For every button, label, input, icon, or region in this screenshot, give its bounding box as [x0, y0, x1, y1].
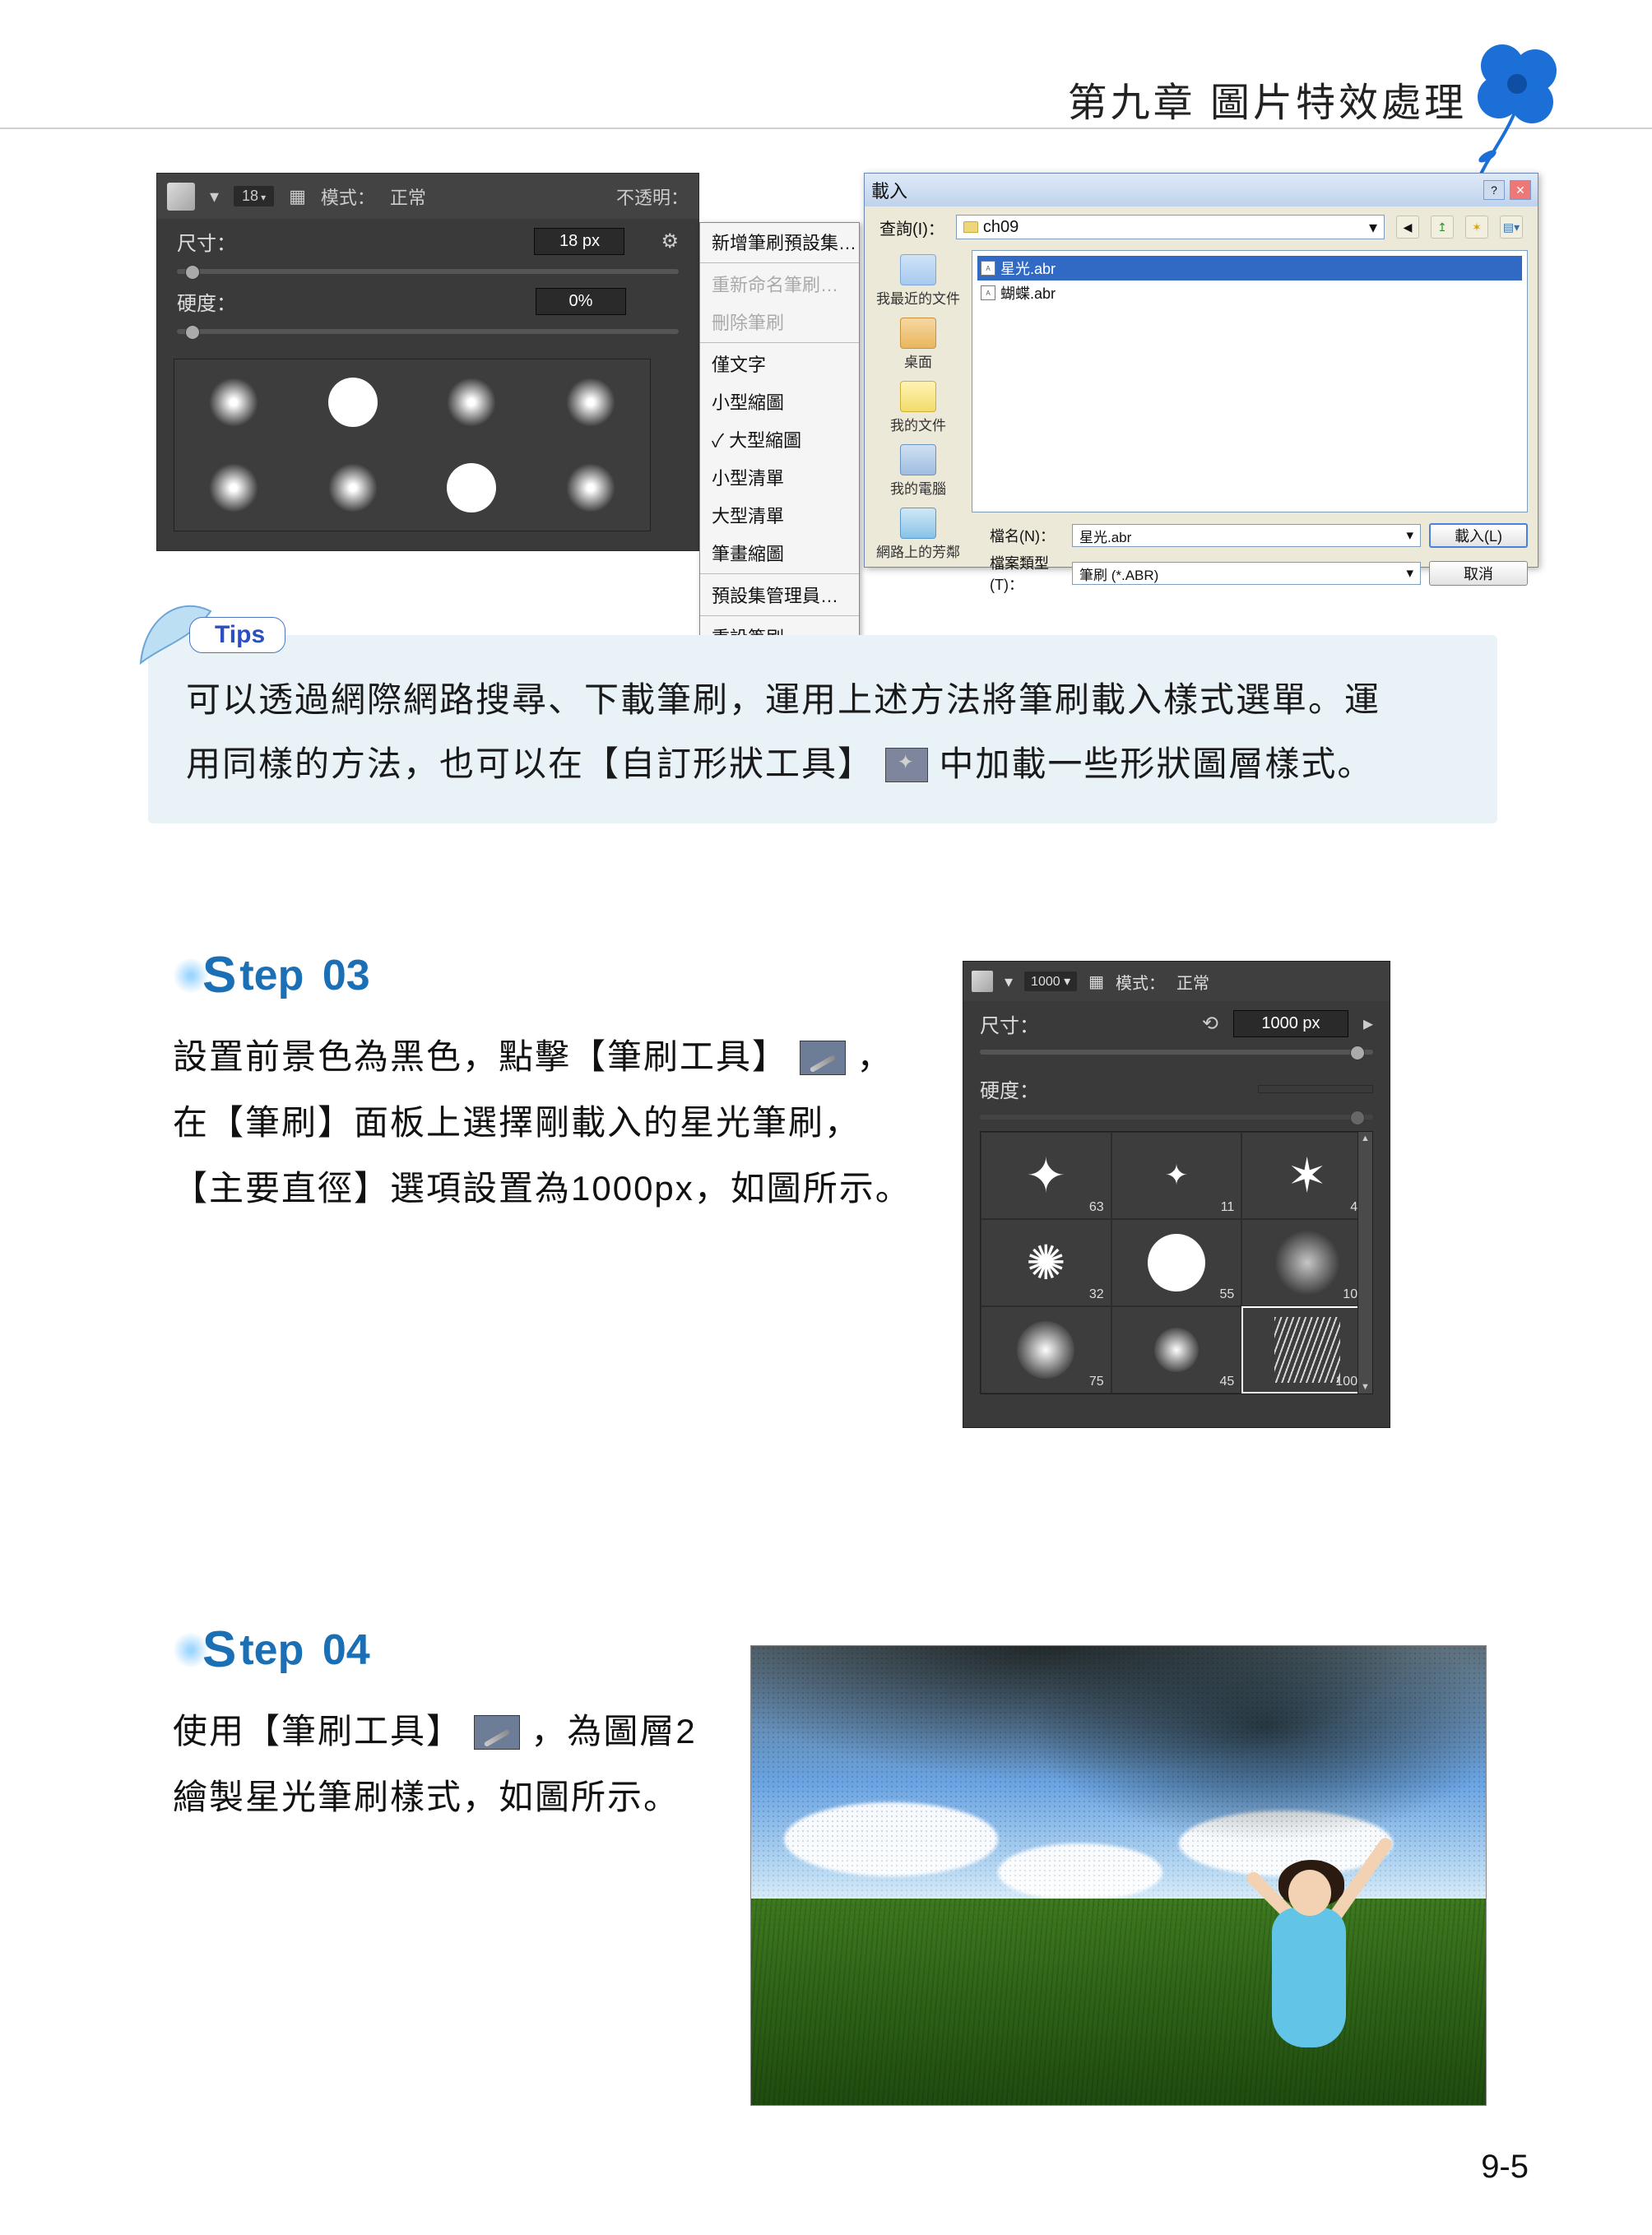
lookin-label: 查詢(I)：: [879, 216, 944, 239]
flyout-icon[interactable]: ▸: [1363, 1012, 1373, 1036]
brush-size-chip[interactable]: 1000 ▾: [1024, 971, 1077, 991]
gear-icon[interactable]: ⚙: [661, 230, 679, 253]
hardness-input[interactable]: 0%: [536, 288, 626, 315]
size-slider[interactable]: [177, 269, 679, 274]
file-icon: A: [981, 285, 995, 300]
file-list[interactable]: A星光.abr A蝴蝶.abr: [972, 250, 1528, 512]
step-03: Step 03 設置前景色為黑色，點擊【筆刷工具】 ，在【筆刷】面板上選擇剛載入…: [173, 946, 913, 1221]
lookin-value: ch09: [983, 218, 1019, 237]
size-label: 尺寸：: [980, 1009, 1039, 1038]
tips-badge: Tips: [189, 617, 285, 653]
file-item: A蝴蝶.abr: [977, 281, 1522, 305]
places-sidebar: 我最近的文件 桌面 我的文件 我的電腦 網路上的芳鄰: [865, 248, 972, 515]
hardness-label: 硬度：: [980, 1074, 1039, 1103]
brush-options-toolbar: ▾ 18 ▦ 模式： 正常 不透明：: [157, 174, 698, 219]
place-documents[interactable]: 我的文件: [890, 381, 946, 434]
menu-new-preset[interactable]: 新增筆刷預設集…: [700, 223, 859, 261]
tips-text: 可以透過網際網路搜尋、下載筆刷，運用上述方法將筆刷載入樣式選單。運 用同樣的方法…: [148, 635, 1497, 823]
folder-icon: [963, 221, 978, 233]
step-heading: Step 03: [173, 946, 913, 1004]
lookin-combo[interactable]: ch09 ▾: [956, 215, 1385, 239]
chevron-down-icon: ▾: [1369, 217, 1377, 238]
menu-small-list[interactable]: 小型清單: [700, 458, 859, 496]
step-04-result-image: [750, 1645, 1487, 2106]
up-button[interactable]: ↥: [1431, 216, 1454, 239]
file-icon: A: [981, 261, 995, 276]
menu-text-only[interactable]: 僅文字: [700, 345, 859, 383]
hardness-slider[interactable]: [980, 1115, 1373, 1120]
size-slider[interactable]: [980, 1050, 1373, 1055]
menu-large-list[interactable]: 大型清單: [700, 496, 859, 534]
brush-tool-icon[interactable]: [972, 971, 993, 992]
brush-tool-icon: [800, 1041, 846, 1075]
custom-shape-tool-icon: [885, 748, 928, 782]
step-letter-s: S: [202, 1621, 236, 1679]
close-button[interactable]: ✕: [1510, 180, 1531, 200]
chevron-down-icon: ▾: [1406, 565, 1413, 582]
cancel-button[interactable]: 取消: [1429, 561, 1528, 586]
hardness-slider[interactable]: [177, 329, 679, 334]
filetype-label: 檔案類型(T)：: [990, 552, 1064, 595]
filename-combo[interactable]: 星光.abr▾: [1072, 524, 1421, 547]
chevron-down-icon: ▾: [1406, 527, 1413, 544]
place-network[interactable]: 網路上的芳鄰: [876, 508, 960, 561]
menu-stroke-thumb[interactable]: 筆畫縮圖: [700, 534, 859, 572]
menu-small-thumb[interactable]: 小型縮圖: [700, 383, 859, 420]
dialog-title: 載入: [871, 177, 907, 203]
menu-delete-brush: 刪除筆刷: [700, 303, 859, 341]
dialog-titlebar: 載入 ? ✕: [865, 174, 1538, 206]
opacity-label: 不透明：: [616, 183, 689, 210]
load-brush-dialog: 載入 ? ✕ 查詢(I)： ch09 ▾ ◀ ↥ ✶ ▤▾ 我最近的文件 桌面 …: [864, 173, 1538, 568]
scrollbar[interactable]: [1357, 1132, 1372, 1393]
brush-settings-icon[interactable]: ▦: [1088, 971, 1104, 992]
brush-size-chip[interactable]: 18: [234, 186, 274, 206]
brush-thumbnail-grid[interactable]: ✦63 ✦11 ✶48 ✺32 55 100 75 45 1000: [980, 1131, 1373, 1394]
size-input[interactable]: 1000 px: [1233, 1010, 1348, 1037]
mode-value[interactable]: 正常: [390, 183, 426, 210]
brush-options-panel: ▾ 18 ▦ 模式： 正常 不透明： 尺寸： 18 px ⚙ 硬度： 0%: [156, 173, 699, 551]
menu-large-thumb[interactable]: 大型縮圖: [700, 420, 859, 458]
brush-thumbnail-grid[interactable]: [174, 359, 651, 531]
figure-brush-load: ▾ 18 ▦ 模式： 正常 不透明： 尺寸： 18 px ⚙ 硬度： 0%: [156, 173, 1538, 568]
reset-size-icon[interactable]: ⟲: [1202, 1012, 1218, 1036]
mode-label: 模式：: [321, 183, 375, 210]
hardness-label: 硬度：: [177, 287, 236, 316]
brush-settings-icon[interactable]: ▦: [289, 186, 306, 207]
menu-rename-brush: 重新命名筆刷…: [700, 265, 859, 303]
chevron-down-icon[interactable]: ▾: [1005, 971, 1013, 992]
mode-label: 模式：: [1116, 970, 1165, 994]
page-number: 9-5: [1481, 2149, 1529, 2186]
filetype-combo[interactable]: 筆刷 (*.ABR)▾: [1072, 562, 1421, 585]
step-03-text: 設置前景色為黑色，點擊【筆刷工具】 ，在【筆刷】面板上選擇剛載入的星光筆刷，【主…: [173, 1024, 913, 1221]
brush-tool-icon: [474, 1715, 520, 1750]
brush-tool-icon[interactable]: [167, 183, 195, 211]
place-desktop[interactable]: 桌面: [900, 318, 936, 371]
step-heading: Step 04: [173, 1621, 724, 1679]
brush-panel-toolbar: ▾ 1000 ▾ ▦ 模式： 正常: [963, 962, 1390, 1001]
place-computer[interactable]: 我的電腦: [890, 444, 946, 498]
step-04: Step 04 使用【筆刷工具】 ，為圖層2繪製星光筆刷樣式，如圖所示。: [173, 1621, 724, 1830]
place-recent[interactable]: 我最近的文件: [876, 254, 960, 308]
open-button[interactable]: 載入(L): [1429, 523, 1528, 548]
clover-decoration: [1455, 33, 1570, 189]
step-letter-s: S: [202, 946, 236, 1004]
header-divider: [0, 128, 1652, 129]
hardness-input[interactable]: [1258, 1085, 1373, 1093]
chevron-down-icon[interactable]: ▾: [210, 186, 219, 207]
chapter-title: 第九章 圖片特效處理: [1068, 70, 1467, 128]
file-item: A星光.abr: [977, 256, 1522, 281]
step-04-text: 使用【筆刷工具】 ，為圖層2繪製星光筆刷樣式，如圖所示。: [173, 1699, 724, 1830]
tips-callout: Tips 可以透過網際網路搜尋、下載筆刷，運用上述方法將筆刷載入樣式選單。運 用…: [148, 617, 1497, 823]
filename-label: 檔名(N)：: [990, 525, 1064, 546]
new-folder-button[interactable]: ✶: [1465, 216, 1488, 239]
size-label: 尺寸：: [177, 227, 236, 256]
mode-value[interactable]: 正常: [1176, 970, 1209, 994]
menu-preset-manager[interactable]: 預設集管理員…: [700, 576, 859, 614]
view-menu-button[interactable]: ▤▾: [1500, 216, 1523, 239]
help-button[interactable]: ?: [1483, 180, 1505, 200]
size-input[interactable]: 18 px: [534, 228, 624, 255]
brush-panel-1000: ▾ 1000 ▾ ▦ 模式： 正常 尺寸： ⟲ 1000 px ▸ 硬度： ✦6…: [963, 961, 1390, 1428]
woman-figure: [1206, 1784, 1420, 2047]
back-button[interactable]: ◀: [1396, 216, 1419, 239]
